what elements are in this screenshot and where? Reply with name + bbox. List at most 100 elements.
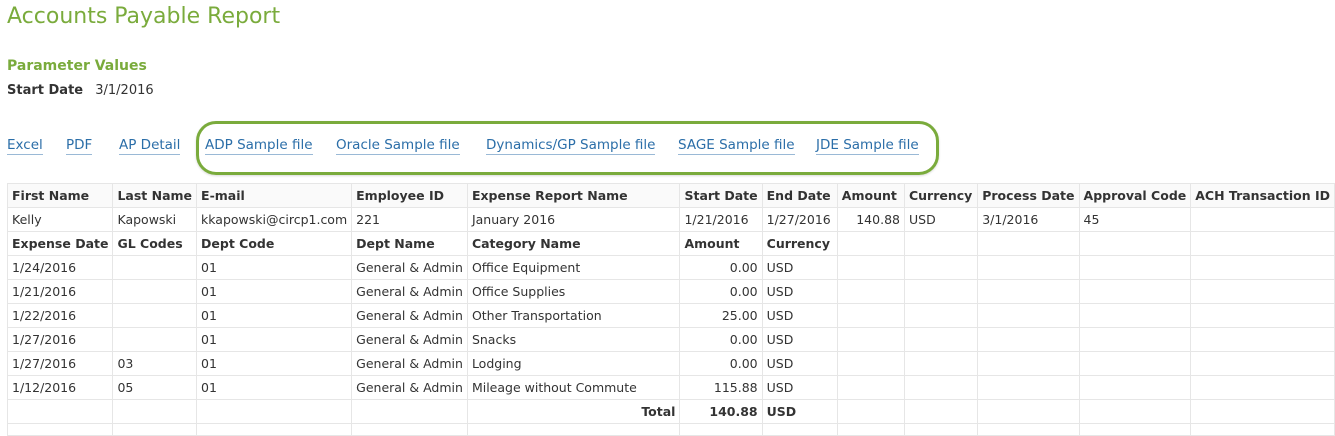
table-cell: General & Admin (351, 375, 468, 400)
table-cell (836, 375, 905, 400)
table-cell: General & Admin (351, 303, 468, 328)
table-cell (196, 399, 353, 424)
column-header: Dept Code (196, 231, 353, 256)
column-header: End Date (761, 183, 838, 208)
dynamics-gp-sample-file-link[interactable]: Dynamics/GP Sample file (486, 137, 656, 155)
table-cell: 115.88 (679, 375, 763, 400)
table-row: 1/24/2016 01 General & Admin Office Equipme… (6, 255, 1335, 280)
table-cell (112, 399, 198, 424)
table-cell (977, 231, 1080, 256)
table-cell (903, 375, 979, 400)
column-header: Amount (836, 183, 905, 208)
jde-sample-file-link[interactable]: JDE Sample file (816, 137, 919, 155)
total-currency: USD (761, 399, 838, 424)
table-cell (1078, 327, 1192, 352)
table-cell (1078, 303, 1192, 328)
table-cell: 45 (1078, 207, 1192, 232)
table-cell: Other Transportation (466, 303, 681, 328)
column-header: First Name (6, 183, 114, 208)
table-cell: General & Admin (351, 279, 468, 304)
table-cell: 140.88 (836, 207, 905, 232)
table-cell: General & Admin (351, 351, 468, 376)
table-cell (977, 327, 1080, 352)
column-header: Expense Report Name (466, 183, 681, 208)
table-cell (1190, 303, 1335, 328)
table-cell (1078, 351, 1192, 376)
start-date-label: Start Date (7, 83, 84, 98)
table-cell: Office Equipment (466, 255, 681, 280)
table-cell: 0.00 (679, 327, 763, 352)
detail-rows: 1/24/2016 01 General & Admin Office Equipme… (6, 255, 1335, 400)
table-cell: 1/21/2016 (679, 207, 763, 232)
column-header: Start Date (679, 183, 763, 208)
table-cell (836, 303, 905, 328)
table-cell (1078, 399, 1192, 424)
table-cell (903, 399, 979, 424)
table-cell: USD (903, 207, 979, 232)
table-cell: 3/1/2016 (977, 207, 1080, 232)
column-header: Currency (761, 231, 838, 256)
column-header: Last Name (112, 183, 198, 208)
page-title: Accounts Payable Report (7, 4, 281, 29)
adp-sample-file-link[interactable]: ADP Sample file (205, 137, 313, 155)
total-row: Total 140.88 USD (6, 399, 1335, 424)
table-cell (1078, 231, 1192, 256)
table-cell (1190, 351, 1335, 376)
table-cell (1078, 279, 1192, 304)
table-cell: 221 (351, 207, 468, 232)
table-cell: 01 (196, 279, 353, 304)
table-cell: 0.00 (679, 255, 763, 280)
table-cell: 01 (196, 255, 353, 280)
table-cell (1190, 327, 1335, 352)
table-cell: 05 (112, 375, 198, 400)
table-cell: 0.00 (679, 351, 763, 376)
column-header: GL Codes (112, 231, 198, 256)
table-cell (836, 327, 905, 352)
table-cell (351, 399, 468, 424)
table-cell: 01 (196, 327, 353, 352)
table-cell: 1/27/2016 (761, 207, 838, 232)
table-cell: USD (761, 279, 838, 304)
table-cell (1078, 255, 1192, 280)
table-cell (112, 255, 198, 280)
table-row: 1/21/2016 01 General & Admin Office Supplie… (6, 279, 1335, 304)
column-header: E-mail (196, 183, 353, 208)
start-date-parameter: Start Date 3/1/2016 (7, 83, 154, 98)
ap-detail-link[interactable]: AP Detail (119, 137, 181, 155)
table-cell (836, 279, 905, 304)
column-header: Employee ID (351, 183, 468, 208)
table-cell (903, 231, 979, 256)
report-summary-row: Kelly Kapowski kkapowski@circp1.com 221 … (6, 207, 1335, 232)
table-cell (903, 327, 979, 352)
table-cell: Office Supplies (466, 279, 681, 304)
start-date-value: 3/1/2016 (95, 83, 154, 98)
table-cell: 01 (196, 303, 353, 328)
pdf-link[interactable]: PDF (66, 137, 93, 155)
table-cell (977, 303, 1080, 328)
column-header: Approval Code (1078, 183, 1192, 208)
table-cell (1190, 255, 1335, 280)
table-cell (112, 279, 198, 304)
report-header-row: First Name Last Name E-mail Employee ID … (6, 183, 1335, 208)
column-header: Currency (903, 183, 979, 208)
table-cell: Lodging (466, 351, 681, 376)
oracle-sample-file-link[interactable]: Oracle Sample file (336, 137, 460, 155)
table-cell (977, 375, 1080, 400)
table-cell (112, 327, 198, 352)
table-cell (112, 303, 198, 328)
table-cell (1190, 399, 1335, 424)
report-table: First Name Last Name E-mail Employee ID … (6, 183, 1335, 436)
table-cell: 03 (112, 351, 198, 376)
table-cell: 01 (196, 351, 353, 376)
table-cell (836, 255, 905, 280)
table-cell (1190, 375, 1335, 400)
table-cell: 0.00 (679, 279, 763, 304)
table-cell (6, 399, 114, 424)
table-cell (903, 303, 979, 328)
sage-sample-file-link[interactable]: SAGE Sample file (678, 137, 795, 155)
column-header: Process Date (977, 183, 1080, 208)
column-header: Amount (679, 231, 763, 256)
excel-link[interactable]: Excel (7, 137, 43, 155)
table-cell: USD (761, 303, 838, 328)
parameter-values-heading: Parameter Values (7, 58, 147, 74)
